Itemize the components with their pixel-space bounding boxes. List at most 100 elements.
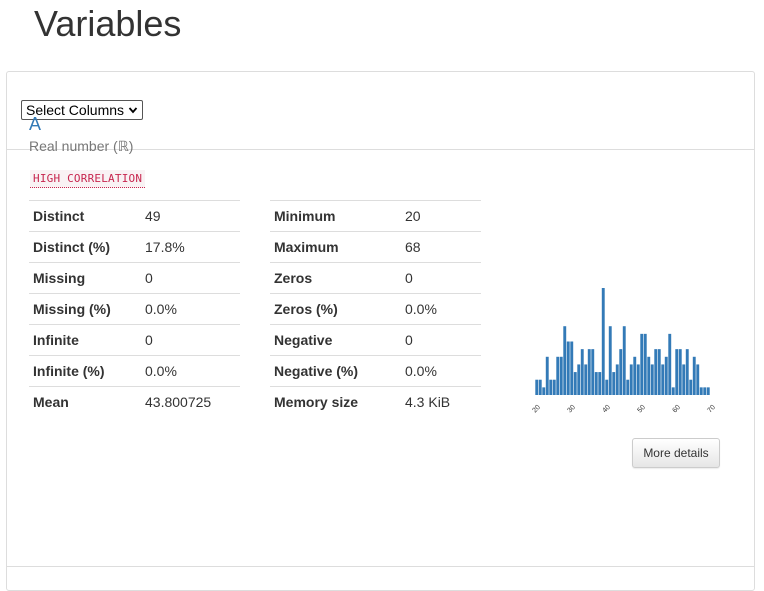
histogram-bar (685, 349, 689, 395)
stats-row: Zeros (%) 0.0% (270, 293, 481, 325)
stat-value: 0 (141, 262, 240, 294)
histogram-bar (703, 387, 707, 395)
histogram-bar (612, 372, 616, 395)
histogram-bar (640, 333, 644, 395)
divider (6, 566, 755, 567)
histogram-bar (552, 379, 556, 395)
histogram-bar (594, 372, 598, 395)
histogram-bar (563, 326, 567, 395)
histogram-bar (657, 349, 661, 395)
histogram-bar (622, 326, 626, 395)
stat-label: Distinct (%) (29, 231, 141, 263)
variable-type: Real number (ℝ) (29, 138, 134, 154)
stat-label: Missing (%) (29, 293, 141, 325)
stat-label: Negative (%) (270, 355, 401, 387)
histogram-bar (542, 387, 546, 395)
stat-label: Distinct (29, 200, 141, 232)
histogram-bar (535, 379, 539, 395)
histogram-bar (636, 364, 640, 395)
stat-value: 20 (401, 200, 481, 232)
stat-value: 17.8% (141, 231, 240, 263)
stat-value: 43.800725 (141, 386, 240, 417)
stats-row: Distinct 49 (29, 200, 240, 232)
histogram-bar (577, 364, 581, 395)
histogram-bar (587, 349, 591, 395)
histogram-bar (626, 379, 630, 395)
stat-label: Zeros (270, 262, 401, 294)
histogram-bar (654, 349, 658, 395)
histogram-bar (570, 341, 574, 395)
histogram-bar (689, 379, 693, 395)
histogram-bar (573, 372, 577, 395)
stats-row: Distinct (%) 17.8% (29, 231, 240, 263)
stats-table-left: Distinct 49 Distinct (%) 17.8% Missing 0 Missi… (29, 200, 240, 417)
stats-row: Negative (%) 0.0% (270, 355, 481, 387)
histogram-bar (633, 356, 637, 395)
stats-row: Memory size 4.3 KiB (270, 386, 481, 417)
stat-label: Memory size (270, 386, 401, 417)
histogram-bar (566, 341, 570, 395)
histogram-bar (647, 356, 651, 395)
stat-label: Mean (29, 386, 141, 417)
histogram-bar (605, 379, 609, 395)
x-tick-label: 60 (671, 404, 682, 415)
chevron-down-icon (128, 107, 138, 114)
stat-label: Infinite (29, 324, 141, 356)
histogram-bar (661, 364, 665, 395)
more-details-button[interactable]: More details (632, 438, 720, 468)
histogram-bar (682, 364, 686, 395)
high-correlation-badge: HIGH CORRELATION (30, 170, 146, 188)
x-tick-label: 50 (636, 404, 647, 415)
stats-row: Missing 0 (29, 262, 240, 294)
histogram-bar (601, 288, 605, 395)
stat-label: Maximum (270, 231, 401, 263)
histogram-bar (671, 387, 675, 395)
stat-label: Minimum (270, 200, 401, 232)
histogram-bar (549, 379, 553, 395)
histogram-bar (675, 349, 679, 395)
histogram-bar (692, 356, 696, 395)
stat-value: 0.0% (401, 293, 481, 325)
stats-row: Mean 43.800725 (29, 386, 240, 417)
histogram-bar (584, 364, 588, 395)
stat-label: Negative (270, 324, 401, 356)
histogram-chart: 20 30 40 50 60 70 (531, 288, 717, 415)
histogram-bar (668, 333, 672, 395)
x-tick-label: 70 (706, 404, 717, 415)
histogram-bar (664, 356, 668, 395)
histogram-bar (538, 379, 542, 395)
histogram-bar (545, 356, 549, 395)
histogram-bar (643, 333, 647, 395)
histogram-bar (591, 349, 595, 395)
stat-value: 0.0% (401, 355, 481, 387)
stat-label: Zeros (%) (270, 293, 401, 325)
histogram-bar (580, 349, 584, 395)
histogram-bar (556, 356, 560, 395)
histogram-bar (629, 364, 633, 395)
stats-table-right: Minimum 20 Maximum 68 Zeros 0 Zeros (%) 0.0% Neg… (270, 200, 481, 417)
variable-name-link[interactable]: A (29, 113, 41, 135)
stats-row: Infinite (%) 0.0% (29, 355, 240, 387)
stat-value: 0.0% (141, 355, 240, 387)
stat-value: 4.3 KiB (401, 386, 481, 417)
histogram-bar (615, 364, 619, 395)
histogram-bar (706, 387, 710, 395)
histogram-bar (619, 349, 623, 395)
histogram-bar (699, 387, 703, 395)
histogram-bar (559, 356, 563, 395)
stats-row: Maximum 68 (270, 231, 481, 263)
stats-row: Negative 0 (270, 324, 481, 356)
stats-row: Infinite 0 (29, 324, 240, 356)
stat-value: 0.0% (141, 293, 240, 325)
histogram-bar (598, 372, 602, 395)
stats-row: Missing (%) 0.0% (29, 293, 240, 325)
stat-value: 0 (141, 324, 240, 356)
stat-value: 49 (141, 200, 240, 232)
stats-row: Minimum 20 (270, 200, 481, 232)
stat-label: Infinite (%) (29, 355, 141, 387)
stat-value: 0 (401, 262, 481, 294)
histogram-bar (650, 364, 654, 395)
stat-value: 0 (401, 324, 481, 356)
x-tick-label: 20 (531, 404, 542, 415)
stat-label: Missing (29, 262, 141, 294)
